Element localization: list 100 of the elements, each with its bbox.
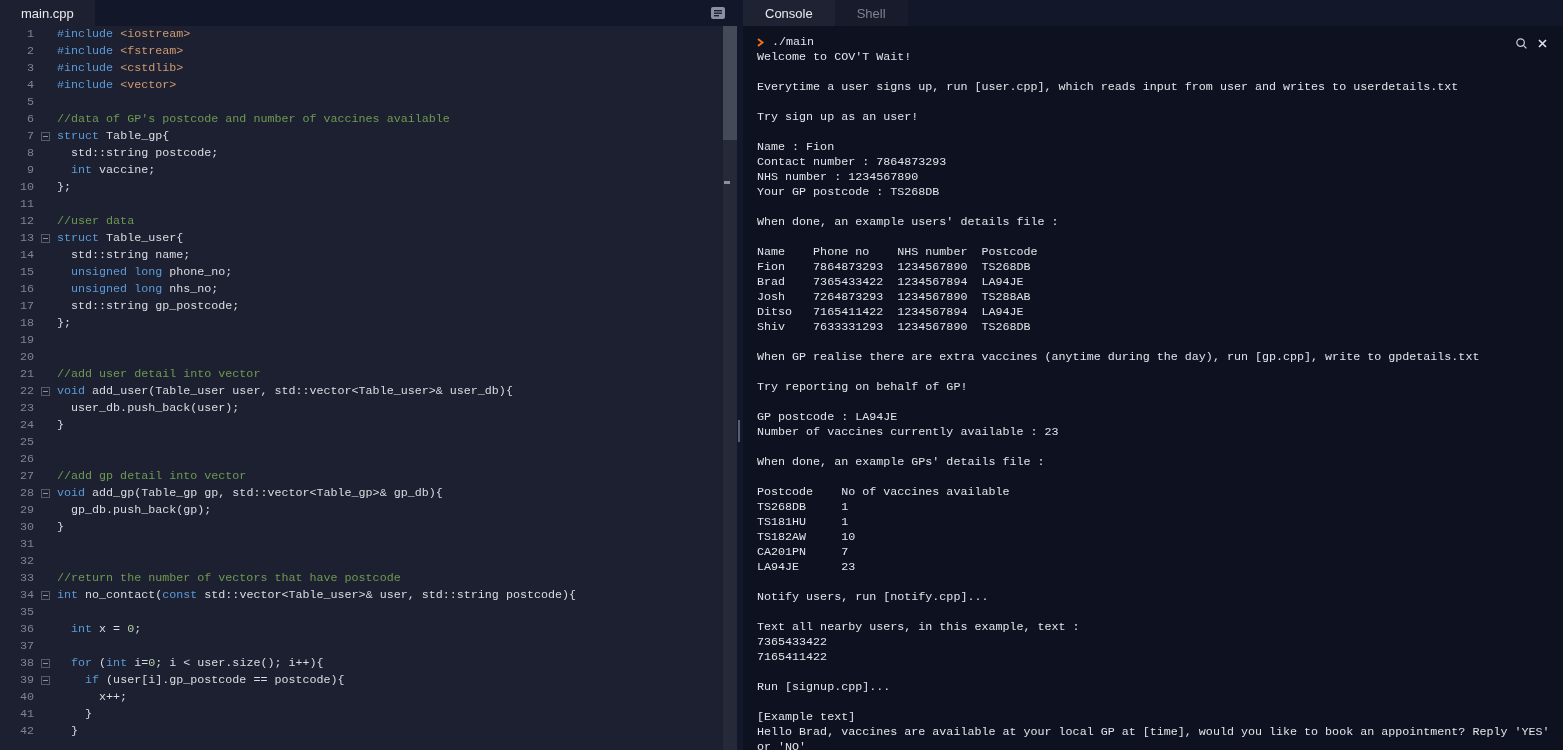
line-number: 17 [18,298,34,315]
code-line: x++; [98,689,128,706]
code-line: } [84,706,93,723]
code-line: std::string gp_postcode; [70,298,240,315]
list-icon[interactable] [711,7,725,19]
line-number: 42 [18,723,34,740]
line-number: 5 [26,94,34,111]
file-tab[interactable]: main.cpp [0,0,95,26]
code-line: std::string name; [70,247,191,264]
line-number: 26 [18,451,34,468]
code-line: struct Table_user{ [57,230,184,247]
line-number: 8 [26,145,34,162]
line-number: 2 [26,43,34,60]
code-line: if (user[i].gp_postcode == postcode){ [84,672,345,689]
fold-icon[interactable] [41,591,50,600]
console-line: Josh 7264873293 1234567890 TS288AB [757,290,1032,305]
line-number: 31 [18,536,34,553]
console-line: Contact number : 7864873293 [757,155,948,170]
line-number: 3 [26,60,34,77]
line-number: 40 [18,689,34,706]
code-line: #include <vector> [57,77,177,94]
console-line: Everytime a user signs up, run [user.cpp], which reads input from user and writes to userdetails.txt [757,80,1460,95]
code-line: int x = 0; [70,621,142,638]
code-line: for (int i=0; i < user.size(); i++){ [70,655,324,672]
console-line: Welcome to COV'T Wait! [757,50,913,65]
console-line: Brad 7365433422 1234567894 LA94JE [757,275,1025,290]
code-line: #include <iostream> [57,26,191,43]
console-line: NHS number : 1234567890 [757,170,920,185]
line-number: 14 [18,247,34,264]
line-number: 39 [18,672,34,689]
line-number: 38 [18,655,34,672]
line-number: 28 [18,485,34,502]
fold-icon[interactable] [41,489,50,498]
code-line: void add_gp(Table_gp gp, std::vector<Table_gp>& gp_db){ [57,485,443,502]
resize-handle[interactable] [738,420,740,442]
code-line: } [57,417,64,434]
console-line: TS182AW 10 [757,530,857,545]
line-number: 35 [18,604,34,621]
console-line: Your GP postcode : TS268DB [757,185,941,200]
fold-icon[interactable] [41,387,50,396]
line-number: 41 [18,706,34,723]
close-icon[interactable] [1538,39,1547,48]
code-line: //return the number of vectors that have postcode [57,570,401,587]
panel-tab[interactable]: Shell [834,0,908,26]
console-line: 7165411422 [757,650,829,665]
console-line: Fion 7864873293 1234567890 TS268DB [757,260,1032,275]
line-number: 29 [18,502,34,519]
line-number: 4 [26,77,34,94]
console-line: Postcode No of vaccines available [757,485,1011,500]
code-line: int no_contact(const std::vector<Table_user>& user, std::string postcode){ [57,587,577,604]
console-line: Shiv 7633331293 1234567890 TS268DB [757,320,1032,335]
line-number: 18 [18,315,34,332]
console-line: TS268DB 1 [757,500,850,515]
line-number: 23 [18,400,34,417]
code-line: std::string postcode; [70,145,219,162]
console-line: Name Phone no NHS number Postcode [757,245,1039,260]
line-number: 37 [18,638,34,655]
line-number: 34 [18,587,34,604]
console-line: Try reporting on behalf of GP! [757,380,969,395]
code-line: gp_db.push_back(gp); [70,502,212,519]
line-number: 24 [18,417,34,434]
fold-icon[interactable] [41,234,50,243]
code-line: unsigned long phone_no; [70,264,233,281]
search-icon[interactable] [1516,38,1527,49]
code-line: int vaccine; [70,162,156,179]
code-line: #include <fstream> [57,43,184,60]
line-number: 11 [18,196,34,213]
prompt-icon [757,38,764,47]
console-line: Ditso 7165411422 1234567894 LA94JE [757,305,1025,320]
console-line: LA94JE 23 [757,560,857,575]
line-number: 25 [18,434,34,451]
line-number: 9 [26,162,34,179]
console-line: Number of vaccines currently available : 23 [757,425,1060,440]
panel-tab[interactable]: Console [743,0,835,26]
fold-icon[interactable] [41,132,50,141]
console-line: Text all nearby users, in this example, text : [757,620,1081,635]
code-line: }; [57,315,72,332]
console-line: or 'NO' [757,740,808,750]
code-line: //add gp detail into vector [57,468,247,485]
fold-icon[interactable] [41,659,50,668]
console-line: TS181HU 1 [757,515,850,530]
code-line: struct Table_gp{ [57,128,170,145]
fold-icon[interactable] [41,676,50,685]
console-line: Run [signup.cpp]... [757,680,892,695]
code-line: //add user detail into vector [57,366,261,383]
line-number: 32 [18,553,34,570]
console-line: Name : Fion [757,140,836,155]
line-number: 30 [18,519,34,536]
scrollbar[interactable] [723,26,737,750]
line-number: 12 [18,213,34,230]
code-line: } [70,723,79,740]
line-number: 22 [18,383,34,400]
console-line: When done, an example GPs' details file : [757,455,1046,470]
line-number: 21 [18,366,34,383]
console-command: ./main [772,35,815,50]
line-number: 6 [26,111,34,128]
console-line: Notify users, run [notify.cpp]... [757,590,990,605]
line-number: 10 [18,179,34,196]
code-line: }; [57,179,72,196]
code-line: user_db.push_back(user); [70,400,240,417]
